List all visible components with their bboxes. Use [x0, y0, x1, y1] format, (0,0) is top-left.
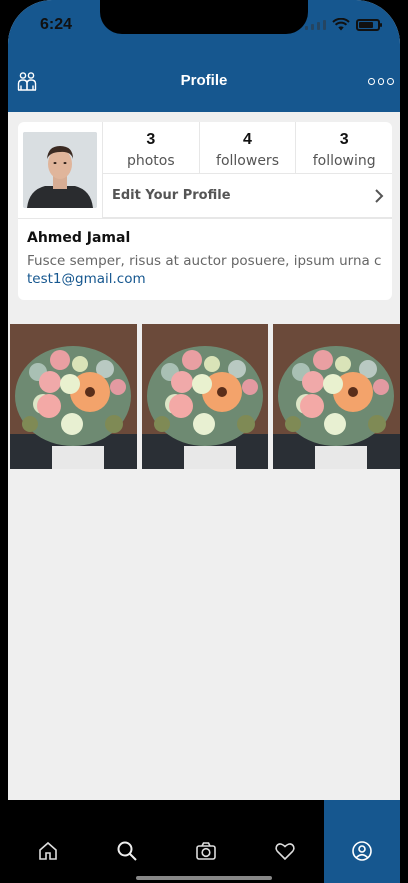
profile-email[interactable]: test1@gmail.com: [27, 271, 146, 287]
page-title: Profile: [180, 72, 228, 89]
tab-bar: [8, 800, 400, 883]
signal-icon: [305, 19, 326, 30]
camera-icon: [195, 842, 216, 860]
photo-thumbnail[interactable]: [273, 324, 400, 469]
profile-card: 3 photos 4 followers 3 following Edit Yo…: [18, 122, 393, 300]
photo-thumbnail[interactable]: [10, 324, 137, 469]
stat-label: following: [312, 153, 376, 169]
more-icon[interactable]: [368, 74, 395, 88]
profile-icon: [352, 841, 372, 861]
header-bar: 6:24 Profile: [8, 0, 400, 112]
divider: [18, 218, 392, 219]
tab-camera[interactable]: [166, 800, 245, 883]
heart-icon: [274, 843, 295, 861]
tab-home[interactable]: [8, 800, 87, 883]
stats-row: 3 photos 4 followers 3 following: [102, 122, 393, 174]
app-screen: 6:24 Profile 3 photos 4 followers 3 foll…: [8, 0, 400, 883]
tab-search[interactable]: [87, 800, 166, 883]
home-indicator: [136, 876, 272, 880]
stat-label: photos: [126, 153, 175, 169]
edit-profile-label: Edit Your Profile: [112, 188, 231, 203]
edit-profile-button[interactable]: Edit Your Profile: [102, 174, 392, 218]
stat-value: 4: [243, 131, 252, 148]
home-icon: [38, 841, 57, 860]
profile-name: Ahmed Jamal: [27, 230, 131, 246]
tab-activity[interactable]: [245, 800, 324, 883]
stat-label: followers: [216, 153, 279, 169]
avatar[interactable]: [23, 132, 97, 208]
status-time: 6:24: [40, 16, 73, 33]
stat-photos[interactable]: 3 photos: [102, 122, 199, 174]
search-icon: [117, 841, 137, 861]
stat-following[interactable]: 3 following: [295, 122, 393, 174]
battery-icon: [356, 18, 382, 31]
stat-followers[interactable]: 4 followers: [198, 122, 296, 174]
notch: [100, 0, 308, 34]
status-icons: [305, 18, 382, 31]
photo-grid: [10, 324, 400, 469]
stat-value: 3: [146, 131, 156, 148]
stat-value: 3: [339, 131, 349, 148]
wifi-icon: [332, 18, 350, 31]
tab-profile[interactable]: [324, 800, 400, 883]
photo-thumbnail[interactable]: [141, 324, 269, 469]
chevron-right-icon: [375, 188, 384, 203]
profile-bio: Fusce semper, risus at auctor posuere, i…: [27, 253, 382, 269]
